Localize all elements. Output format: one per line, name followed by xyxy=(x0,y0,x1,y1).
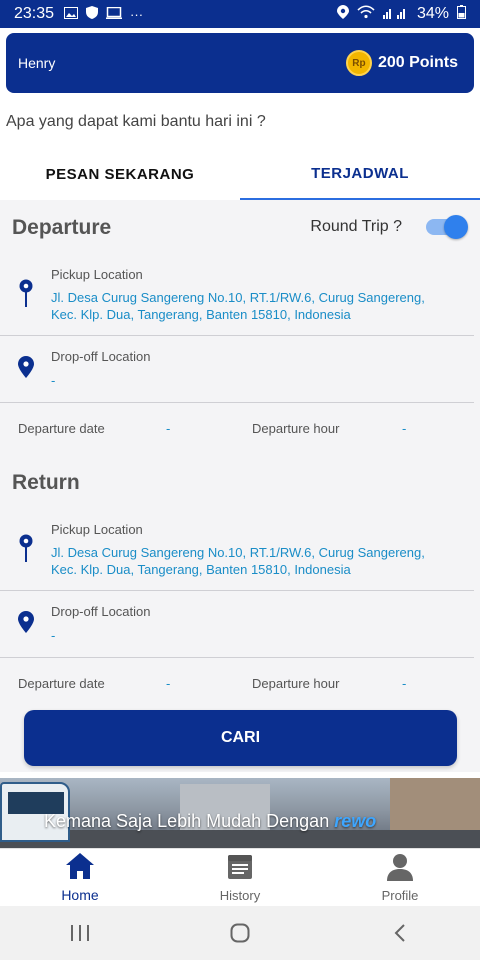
nav-home-label: Home xyxy=(61,887,99,903)
home-button[interactable] xyxy=(210,913,270,953)
shield-icon xyxy=(86,6,99,22)
status-time: 23:35 xyxy=(14,5,55,22)
profile-icon xyxy=(386,853,414,886)
departure-date-row: Departure date - Departure hour - xyxy=(0,421,480,445)
departure-dropoff-field[interactable]: Drop-off Location - xyxy=(0,336,474,403)
tab-terjadwal[interactable]: TERJADWAL xyxy=(240,148,480,200)
departure-hour-value[interactable]: - xyxy=(402,421,406,436)
tab-pesan-sekarang[interactable]: PESAN SEKARANG xyxy=(0,148,240,200)
return-pickup-value-line1: Jl. Desa Curug Sangereng No.10, RT.1/RW.… xyxy=(51,545,425,560)
points-value: 200 Points xyxy=(377,54,458,71)
wifi-icon xyxy=(357,5,375,23)
return-hour-value[interactable]: - xyxy=(402,676,406,691)
departure-pickup-value-line1: Jl. Desa Curug Sangereng No.10, RT.1/RW.… xyxy=(51,290,425,305)
location-icon xyxy=(336,5,349,23)
switch-knob xyxy=(444,215,468,239)
return-date-value[interactable]: - xyxy=(166,676,170,691)
banner-brand-logo: rewo xyxy=(334,811,377,831)
bottom-navigation: Home History Profile xyxy=(0,848,480,906)
pin-icon xyxy=(18,279,34,307)
promo-banner[interactable]: Kemana Saja Lebih Mudah Dengan rewo xyxy=(0,778,480,848)
return-pickup-label: Pickup Location xyxy=(51,522,143,537)
booking-form: Departure Round Trip ? Pickup Location J… xyxy=(0,200,480,772)
departure-dropoff-value: - xyxy=(51,373,56,388)
system-navigation-bar xyxy=(0,906,480,960)
banner-tagline: Kemana Saja Lebih Mudah Dengan xyxy=(44,811,330,831)
departure-date-label: Departure date xyxy=(18,421,105,436)
departure-dropoff-label: Drop-off Location xyxy=(51,349,151,364)
departure-hour-label: Departure hour xyxy=(252,421,340,436)
map-pin-icon xyxy=(18,611,34,633)
recent-apps-button[interactable] xyxy=(50,913,110,953)
banner-road xyxy=(0,830,480,848)
nav-history[interactable]: History xyxy=(160,849,320,906)
history-icon xyxy=(226,853,254,886)
return-dropoff-label: Drop-off Location xyxy=(51,604,151,619)
departure-date-value[interactable]: - xyxy=(166,421,170,436)
points-badge[interactable]: Rp 200 Points xyxy=(345,50,458,76)
coin-icon: Rp xyxy=(345,50,372,76)
return-title: Return xyxy=(12,471,80,494)
departure-title: Departure xyxy=(12,216,112,239)
signal-icon xyxy=(382,6,409,23)
home-icon xyxy=(65,852,95,885)
return-pickup-field[interactable]: Pickup Location Jl. Desa Curug Sangereng… xyxy=(0,511,474,591)
back-button[interactable] xyxy=(370,913,430,953)
map-pin-icon xyxy=(18,356,34,378)
return-dropoff-field[interactable]: Drop-off Location - xyxy=(0,591,474,658)
round-trip-toggle-row: Round Trip ? xyxy=(310,215,468,239)
gallery-icon xyxy=(64,6,79,22)
departure-pickup-label: Pickup Location xyxy=(51,267,143,282)
departure-pickup-value-line2: Kec. Klp. Dua, Tangerang, Banten 15810, … xyxy=(51,307,351,322)
return-hour-label: Departure hour xyxy=(252,676,340,691)
user-name: Henry xyxy=(18,55,56,71)
nav-home[interactable]: Home xyxy=(0,849,160,906)
battery-icon xyxy=(457,5,466,23)
search-button[interactable]: CARI xyxy=(24,710,457,766)
status-bar: 23:35 ··· 34% xyxy=(0,0,480,28)
return-date-row: Departure date - Departure hour - xyxy=(0,676,480,700)
return-date-label: Departure date xyxy=(18,676,105,691)
departure-pickup-field[interactable]: Pickup Location Jl. Desa Curug Sangereng… xyxy=(0,256,474,336)
battery-percent: 34% xyxy=(416,5,449,22)
return-pickup-value-line2: Kec. Klp. Dua, Tangerang, Banten 15810, … xyxy=(51,562,351,577)
more-notifications: ··· xyxy=(130,6,144,22)
return-dropoff-value: - xyxy=(51,628,56,643)
banner-text: Kemana Saja Lebih Mudah Dengan rewo xyxy=(44,811,376,832)
nav-profile-label: Profile xyxy=(381,887,419,903)
user-header-card: Henry Rp 200 Points xyxy=(6,33,474,93)
round-trip-switch[interactable] xyxy=(426,215,468,239)
pin-icon xyxy=(18,534,34,562)
round-trip-label: Round Trip ? xyxy=(310,218,402,235)
nav-profile[interactable]: Profile xyxy=(320,849,480,906)
cast-icon xyxy=(106,6,123,22)
nav-history-label: History xyxy=(219,887,261,903)
greeting-text: Apa yang dapat kami bantu hari ini ? xyxy=(6,113,266,130)
booking-tabs: PESAN SEKARANG TERJADWAL xyxy=(0,148,480,200)
